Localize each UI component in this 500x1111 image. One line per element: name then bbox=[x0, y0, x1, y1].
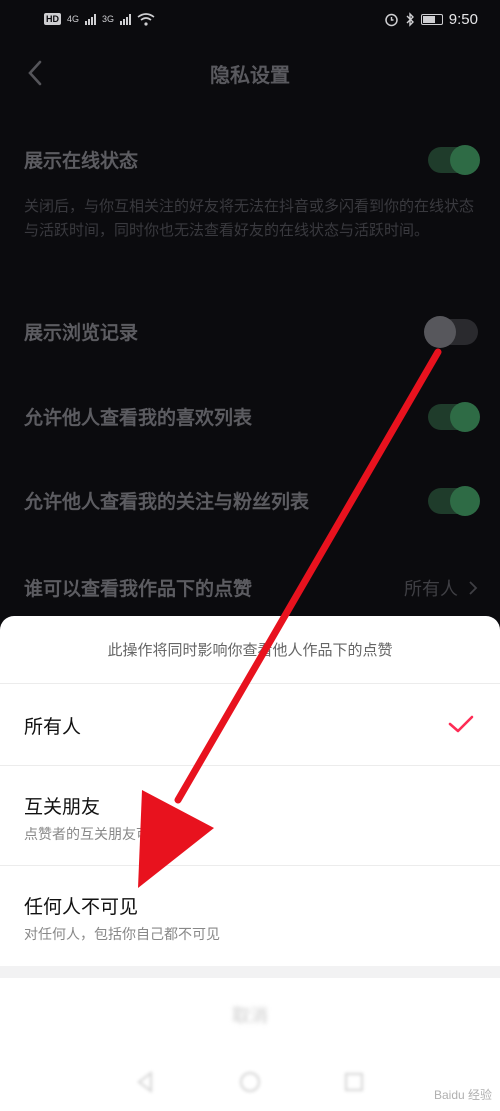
option-subtitle: 点赞者的互关朋友可见 bbox=[24, 827, 164, 843]
watermark: Baidu 经验 bbox=[433, 1088, 492, 1102]
online-status-toggle[interactable] bbox=[428, 144, 480, 175]
follows-list-toggle[interactable] bbox=[428, 485, 480, 516]
option-title: 所有人 bbox=[24, 716, 82, 738]
online-status-description: 关闭后，与你互相关注的好友将无法在抖音或多闪看到你的在线状态与活跃时间，同时你也… bbox=[24, 197, 475, 239]
status-bar: HD 4G 3G 9:50 bbox=[0, 0, 500, 38]
signal-icon bbox=[85, 13, 97, 25]
setting-label: 允许他人查看我的喜欢列表 bbox=[24, 407, 253, 429]
network-3g-label: 3G bbox=[102, 14, 115, 24]
clock: 9:50 bbox=[448, 10, 478, 28]
option-everyone[interactable]: 所有人 bbox=[0, 684, 500, 766]
setting-label: 展示浏览记录 bbox=[24, 322, 139, 344]
setting-label: 谁可以查看我作品下的点赞 bbox=[24, 578, 253, 600]
setting-label: 允许他人查看我的关注与粉丝列表 bbox=[24, 491, 310, 513]
nav-back-icon[interactable] bbox=[134, 1070, 158, 1094]
setting-likes-list: 允许他人查看我的喜欢列表 bbox=[24, 401, 480, 432]
top-nav: 隐私设置 bbox=[0, 50, 500, 96]
option-subtitle: 对任何人，包括你自己都不可见 bbox=[24, 927, 220, 943]
bluetooth-icon bbox=[406, 11, 414, 27]
page-title: 隐私设置 bbox=[210, 62, 290, 87]
option-title: 互关朋友 bbox=[24, 796, 101, 818]
system-nav-bar bbox=[0, 1052, 500, 1111]
sheet-divider bbox=[0, 966, 500, 978]
nav-home-icon[interactable] bbox=[238, 1070, 262, 1094]
setting-browse-history: 展示浏览记录 bbox=[24, 315, 478, 348]
chevron-right-icon bbox=[469, 580, 478, 595]
wifi-icon bbox=[137, 12, 155, 26]
browse-history-toggle[interactable] bbox=[424, 315, 478, 348]
like-visibility-value: 所有人 bbox=[404, 578, 458, 600]
setting-like-visibility[interactable]: 谁可以查看我作品下的点赞 所有人 bbox=[24, 574, 478, 601]
sheet-hint: 此操作将同时影响你查看他人作品下的点赞 bbox=[0, 616, 500, 684]
visibility-bottom-sheet: 此操作将同时影响你查看他人作品下的点赞 所有人 互关朋友 点赞者的互关朋友可见 … bbox=[0, 616, 500, 1111]
option-nobody[interactable]: 任何人不可见 对任何人，包括你自己都不可见 bbox=[0, 866, 500, 966]
hd-badge: HD bbox=[44, 13, 61, 25]
cancel-button[interactable]: 取消 bbox=[0, 978, 500, 1052]
battery-icon bbox=[420, 13, 443, 25]
back-arrow-icon[interactable] bbox=[22, 58, 50, 88]
signal-icon-2 bbox=[120, 13, 132, 25]
option-title: 任何人不可见 bbox=[24, 896, 139, 918]
setting-label: 展示在线状态 bbox=[24, 150, 139, 172]
option-mutual-friends[interactable]: 互关朋友 点赞者的互关朋友可见 bbox=[0, 766, 500, 866]
setting-online-status: 展示在线状态 bbox=[24, 144, 480, 175]
setting-follows-list: 允许他人查看我的关注与粉丝列表 bbox=[24, 485, 480, 516]
alarm-icon bbox=[385, 13, 398, 26]
network-4g-label: 4G bbox=[67, 14, 80, 24]
nav-recents-icon[interactable] bbox=[342, 1070, 366, 1094]
likes-list-toggle[interactable] bbox=[428, 401, 480, 432]
checkmark-icon bbox=[448, 715, 474, 733]
